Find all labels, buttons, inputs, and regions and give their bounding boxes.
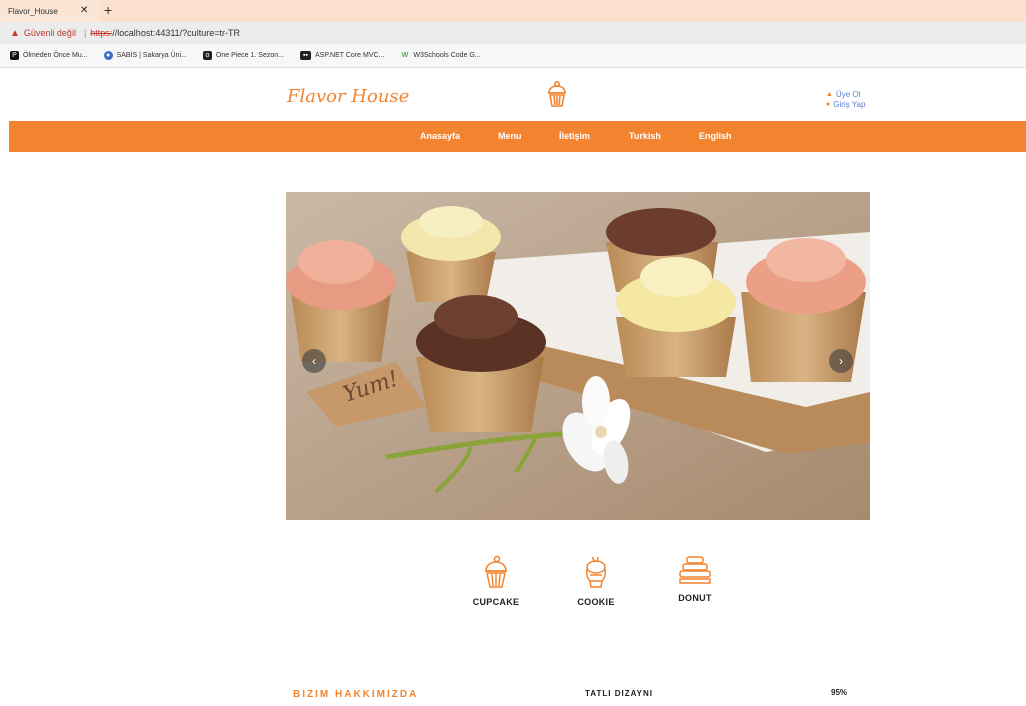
category-label: COOKIE bbox=[577, 597, 615, 607]
site-header: Flavor House ▲ Üye Ol ● Giriş Yap bbox=[0, 68, 1026, 121]
warning-icon[interactable]: ▲ bbox=[10, 28, 20, 39]
bookmark-item[interactable]: W W3Schools Code G... bbox=[400, 51, 481, 60]
carousel-slide-image: Yum! bbox=[286, 192, 870, 520]
bookmark-label: W3Schools Code G... bbox=[413, 52, 481, 59]
category-donut[interactable]: DONUT bbox=[655, 555, 735, 603]
new-tab-icon[interactable]: + bbox=[104, 2, 112, 18]
bookmark-item[interactable]: P Ölmeden Önce Mu... bbox=[10, 51, 88, 60]
bookmark-item[interactable]: o One Piece 1. Sezon... bbox=[202, 51, 284, 60]
video-icon: ▪▪ bbox=[300, 51, 311, 60]
browser-tab-bar: Flavor_House ✕ + bbox=[0, 0, 1026, 22]
about-title: BIZIM HAKKIMIZDA bbox=[293, 689, 419, 700]
bookmarks-bar: P Ölmeden Önce Mu... ● SABİS | Sakarya Ü… bbox=[0, 44, 1026, 68]
auth-links: ▲ Üye Ol ● Giriş Yap bbox=[826, 90, 865, 110]
globe-icon: ● bbox=[103, 51, 113, 60]
login-link[interactable]: ● Giriş Yap bbox=[826, 100, 865, 110]
bookmark-label: SABİS | Sakarya Üni... bbox=[116, 52, 187, 59]
category-cupcake[interactable]: CUPCAKE bbox=[456, 555, 536, 607]
nav-turkish[interactable]: Turkish bbox=[629, 131, 661, 141]
donut-icon bbox=[679, 556, 711, 584]
url-scheme: https: bbox=[90, 28, 113, 38]
category-label: DONUT bbox=[678, 593, 712, 603]
close-tab-icon[interactable]: ✕ bbox=[80, 5, 88, 16]
o-logo-icon: o bbox=[202, 51, 212, 60]
nav-home[interactable]: Anasayfa bbox=[420, 131, 460, 141]
site-logo[interactable]: Flavor House bbox=[287, 86, 409, 107]
register-label: Üye Ol bbox=[835, 90, 861, 99]
login-label: Giriş Yap bbox=[833, 100, 866, 109]
user-plus-icon: ▲ bbox=[826, 91, 833, 98]
address-separator: | bbox=[83, 28, 87, 38]
register-link[interactable]: ▲ Üye Ol bbox=[826, 90, 865, 100]
address-bar[interactable]: ▲ Güvenli değil | https://localhost:4431… bbox=[0, 22, 1026, 44]
browser-tab[interactable]: Flavor_House ✕ bbox=[0, 0, 100, 22]
bookmark-label: ASP.NET Core MVC... bbox=[315, 52, 385, 59]
tab-title: Flavor_House bbox=[8, 6, 58, 16]
cookie-icon bbox=[586, 556, 606, 588]
nav-contact[interactable]: İletişim bbox=[559, 131, 590, 141]
user-icon: ● bbox=[826, 101, 831, 108]
nav-english[interactable]: English bbox=[699, 131, 732, 141]
p-logo-icon: P bbox=[10, 51, 19, 60]
skill-value: 95% bbox=[831, 688, 848, 697]
main-nav: Anasayfa Menu İletişim Turkish English bbox=[9, 121, 1026, 152]
hero-carousel: Yum! ‹ › bbox=[286, 192, 870, 520]
category-cookie[interactable]: COOKIE bbox=[556, 555, 636, 607]
bookmark-item[interactable]: ▪▪ ASP.NET Core MVC... bbox=[300, 51, 384, 60]
nav-menu[interactable]: Menu bbox=[498, 131, 522, 141]
bookmark-label: Ölmeden Önce Mu... bbox=[23, 52, 88, 59]
cupcake-icon bbox=[485, 555, 507, 588]
carousel-next-button[interactable]: › bbox=[829, 349, 853, 373]
bookmark-item[interactable]: ● SABİS | Sakarya Üni... bbox=[103, 51, 187, 60]
bookmark-label: One Piece 1. Sezon... bbox=[215, 52, 284, 59]
skill-label: TATLI DIZAYNI bbox=[585, 689, 653, 698]
cupcake-icon bbox=[545, 80, 569, 113]
security-label[interactable]: Güvenli değil bbox=[24, 28, 76, 38]
w3-icon: W bbox=[401, 52, 409, 59]
category-label: CUPCAKE bbox=[472, 597, 520, 607]
url-text: //localhost:44311/?culture=tr-TR bbox=[112, 28, 240, 38]
carousel-prev-button[interactable]: ‹ bbox=[302, 349, 326, 373]
